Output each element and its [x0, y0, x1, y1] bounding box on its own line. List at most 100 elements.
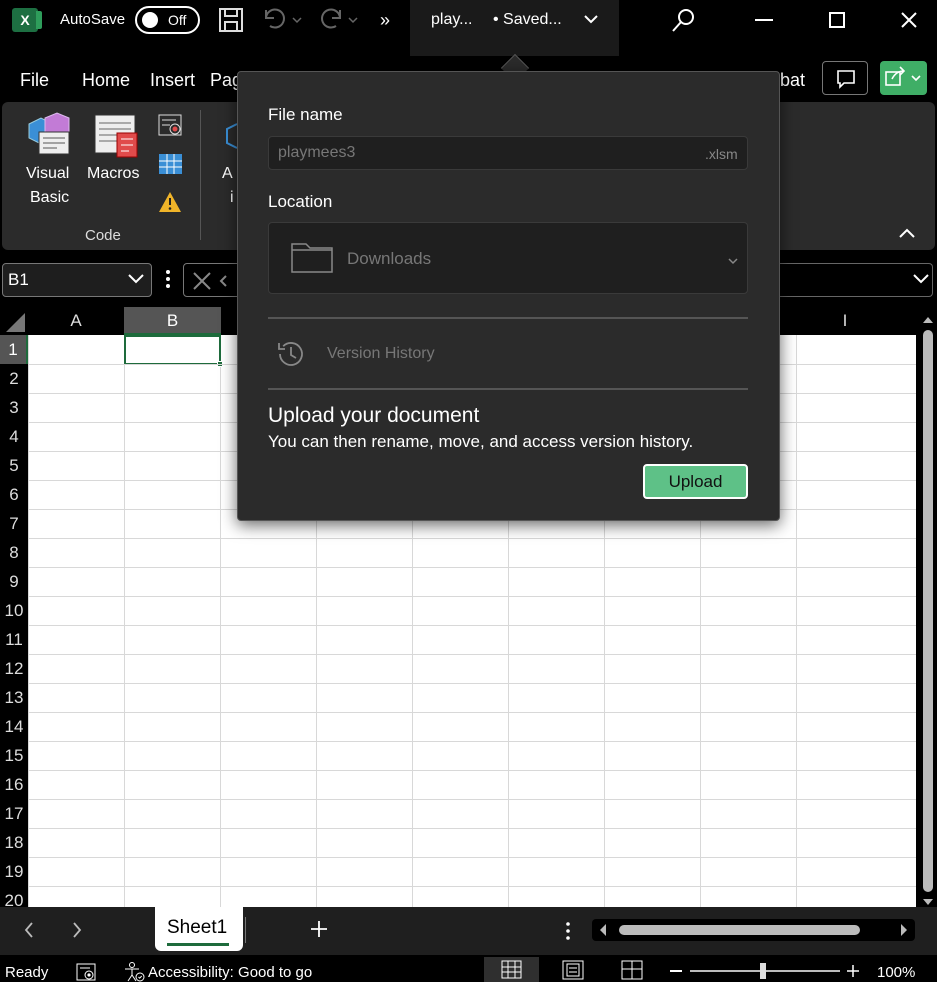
- next-sheet-icon[interactable]: [70, 921, 84, 944]
- column-header-b[interactable]: B: [124, 307, 221, 335]
- row-header-10[interactable]: 10: [0, 596, 28, 625]
- ready-status: Ready: [5, 964, 49, 981]
- grid-line: [28, 886, 916, 887]
- group-label-code: Code: [85, 227, 121, 244]
- zoom-out-icon[interactable]: [670, 970, 682, 972]
- tab-home[interactable]: Home: [82, 70, 130, 91]
- row-header-3[interactable]: 3: [0, 393, 28, 422]
- active-sheet-indicator: [167, 943, 229, 946]
- folder-icon: [291, 240, 333, 279]
- expand-formula-bar-icon[interactable]: [911, 272, 931, 291]
- chevron-down-icon: [583, 12, 599, 30]
- normal-view-button[interactable]: [484, 957, 539, 982]
- minimize-icon[interactable]: [755, 19, 773, 21]
- row-header-5[interactable]: 5: [0, 451, 28, 480]
- add-ins-icon[interactable]: [220, 120, 238, 165]
- add-ins-label-2: i: [230, 189, 234, 206]
- record-macro-icon[interactable]: [158, 113, 184, 144]
- upload-button[interactable]: Upload: [643, 464, 748, 499]
- scroll-up-icon[interactable]: [922, 312, 934, 330]
- visual-basic-label-2: Basic: [30, 189, 70, 206]
- scroll-left-icon[interactable]: [598, 923, 608, 942]
- toggle-state-label: Off: [168, 12, 187, 28]
- row-header-2[interactable]: 2: [0, 364, 28, 393]
- row-header-14[interactable]: 14: [0, 712, 28, 741]
- tab-insert[interactable]: Insert: [150, 70, 195, 91]
- accessibility-icon[interactable]: [123, 961, 145, 982]
- page-layout-view-icon[interactable]: [562, 960, 584, 982]
- share-button[interactable]: [880, 61, 927, 95]
- row-header-12[interactable]: 12: [0, 654, 28, 683]
- name-box-chevron-icon[interactable]: [126, 272, 146, 291]
- location-dropdown[interactable]: [268, 222, 748, 294]
- macros-icon[interactable]: [93, 113, 141, 166]
- macro-recording-icon[interactable]: [76, 962, 98, 982]
- sheet-options-icon[interactable]: [565, 921, 571, 946]
- warning-icon[interactable]: [158, 190, 182, 219]
- row-header-18[interactable]: 18: [0, 828, 28, 857]
- file-extension: .xlsm: [705, 146, 738, 162]
- share-icon: [885, 66, 921, 86]
- comments-button[interactable]: [822, 61, 868, 95]
- row-header-9[interactable]: 9: [0, 567, 28, 596]
- accessibility-status[interactable]: Accessibility: Good to go: [148, 964, 312, 981]
- add-ins-label-1: A: [222, 165, 233, 182]
- macros-label: Macros: [87, 165, 140, 182]
- add-sheet-icon[interactable]: [309, 919, 329, 944]
- row-header-15[interactable]: 15: [0, 741, 28, 770]
- row-header-6[interactable]: 6: [0, 480, 28, 509]
- redo-icon[interactable]: [316, 6, 360, 37]
- column-header-i[interactable]: I: [797, 307, 893, 335]
- location-chevron-icon: [727, 253, 739, 271]
- scroll-right-icon[interactable]: [899, 923, 909, 942]
- row-header-7[interactable]: 7: [0, 509, 28, 538]
- save-icon[interactable]: [218, 6, 244, 39]
- formula-input[interactable]: [779, 263, 933, 297]
- visual-basic-icon[interactable]: [25, 110, 73, 163]
- grid-line: [28, 712, 916, 713]
- autosave-toggle[interactable]: Off: [135, 6, 200, 34]
- row-header-17[interactable]: 17: [0, 799, 28, 828]
- grid-line: [28, 538, 916, 539]
- page-break-view-icon[interactable]: [621, 960, 643, 982]
- row-header-19[interactable]: 19: [0, 857, 28, 886]
- horizontal-scroll-thumb[interactable]: [619, 925, 860, 935]
- grid-line: [28, 741, 916, 742]
- row-header-13[interactable]: 13: [0, 683, 28, 712]
- close-icon[interactable]: [899, 10, 919, 35]
- zoom-in-icon[interactable]: [846, 964, 860, 982]
- grid-line: [28, 567, 916, 568]
- ribbon-separator: [200, 110, 201, 240]
- selected-cell-b1[interactable]: [124, 335, 221, 365]
- autosave-label: AutoSave: [60, 11, 126, 28]
- collapse-ribbon-icon[interactable]: [898, 226, 916, 245]
- version-history-link[interactable]: Version History: [327, 345, 435, 363]
- tab-file[interactable]: File: [20, 70, 49, 91]
- sheet-separator: [245, 917, 246, 943]
- normal-view-icon: [501, 960, 522, 979]
- row-header-11[interactable]: 11: [0, 625, 28, 654]
- sheet-tab-label: Sheet1: [167, 917, 228, 938]
- row-header-8[interactable]: 8: [0, 538, 28, 567]
- row-header-4[interactable]: 4: [0, 422, 28, 451]
- row-header-1[interactable]: 1: [0, 335, 28, 364]
- column-header-a[interactable]: A: [28, 307, 124, 335]
- previous-sheet-icon[interactable]: [22, 921, 36, 944]
- search-icon[interactable]: [670, 6, 698, 39]
- tab-acrobat[interactable]: bat: [780, 70, 805, 91]
- more-commands-icon[interactable]: »: [380, 10, 390, 31]
- maximize-icon[interactable]: [829, 12, 845, 28]
- zoom-slider-thumb[interactable]: [760, 963, 766, 979]
- undo-icon[interactable]: [260, 6, 304, 37]
- formula-bar-options-icon[interactable]: [165, 268, 171, 295]
- row-header-16[interactable]: 16: [0, 770, 28, 799]
- grid-line: [28, 335, 29, 907]
- relative-references-icon[interactable]: [158, 152, 184, 181]
- zoom-level[interactable]: 100%: [877, 964, 915, 981]
- row-header-20[interactable]: 20: [0, 886, 28, 907]
- version-history-icon[interactable]: [275, 338, 307, 375]
- cancel-entry-button[interactable]: [183, 263, 243, 297]
- file-name-label: File name: [268, 105, 343, 124]
- grid-line: [28, 770, 916, 771]
- vertical-scroll-thumb[interactable]: [923, 330, 933, 892]
